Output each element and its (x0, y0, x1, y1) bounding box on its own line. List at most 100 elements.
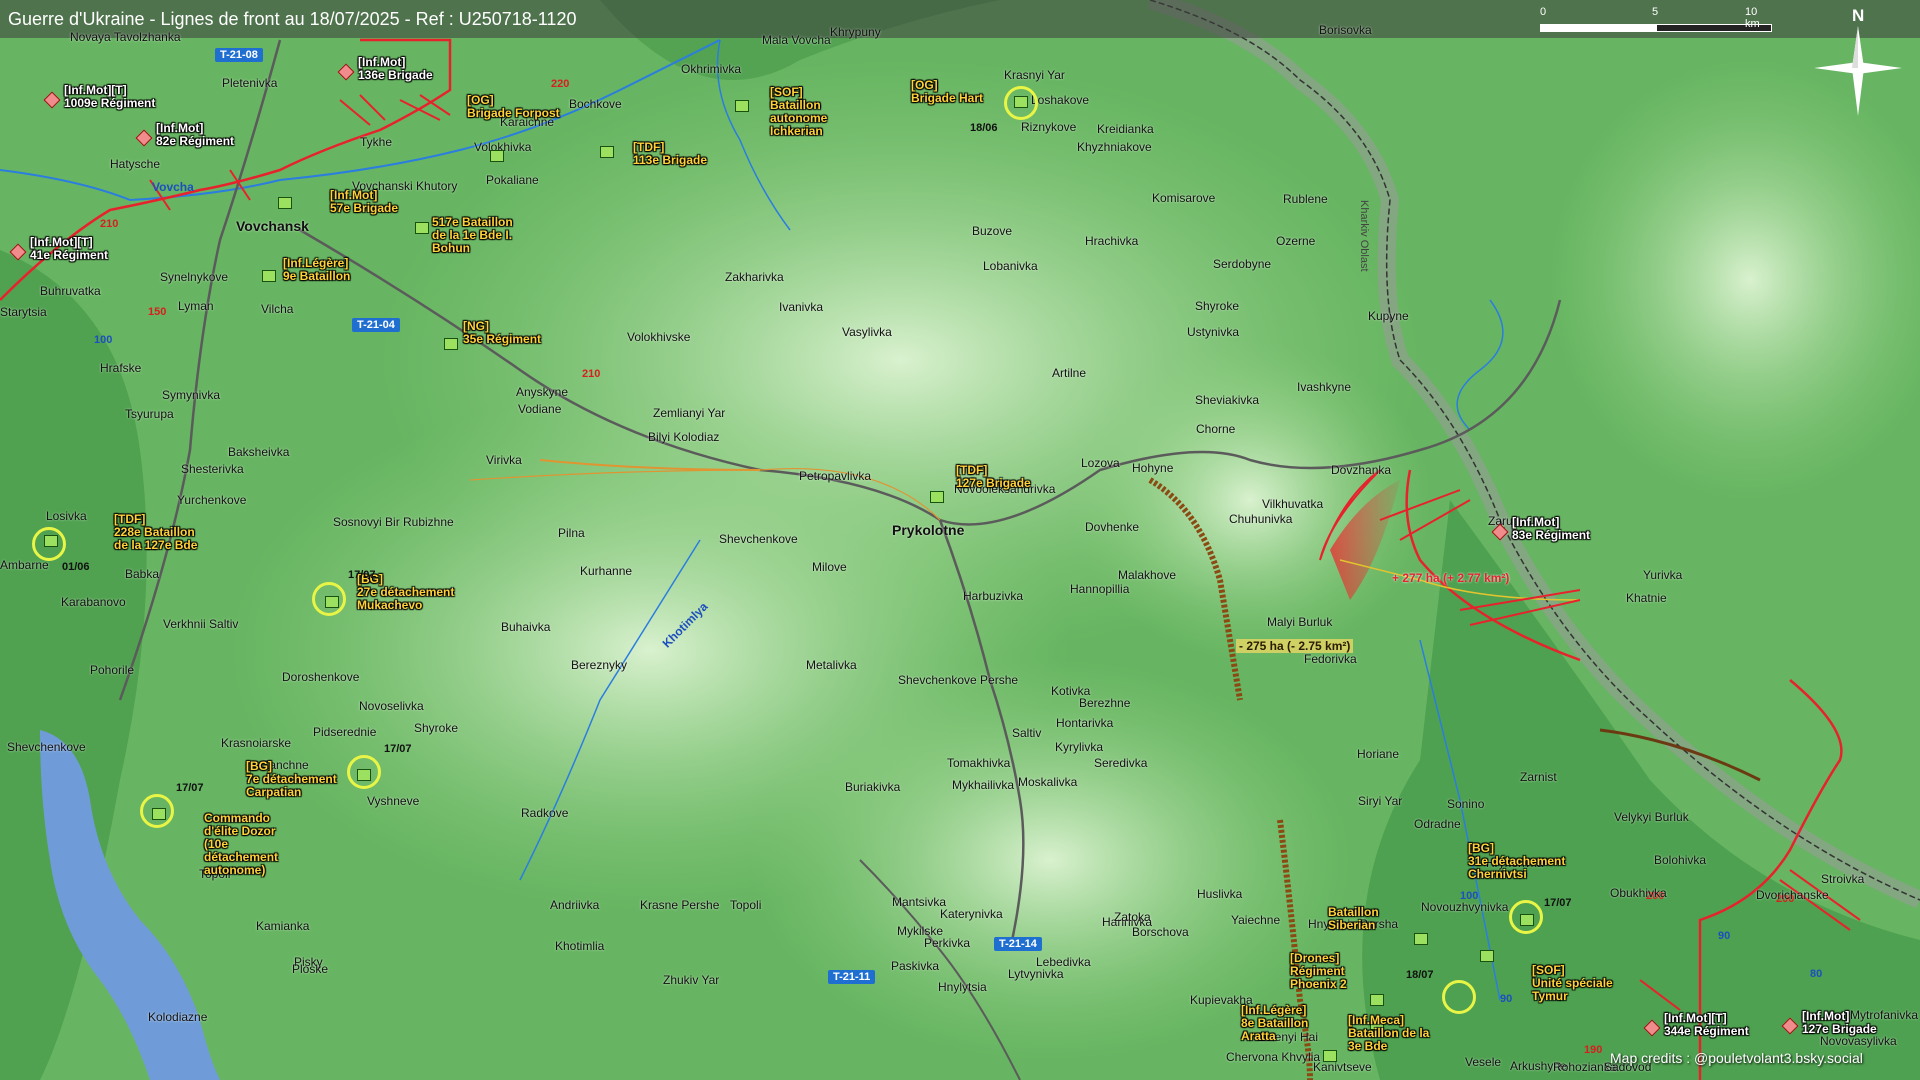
place-label[interactable]: Mantsivka (892, 895, 946, 909)
place-label[interactable]: Chuhunivka (1229, 512, 1292, 526)
place-label[interactable]: Baksheivka (228, 445, 289, 459)
place-label[interactable]: Vilcha (261, 302, 293, 316)
place-label[interactable]: Symynivka (162, 388, 220, 402)
place-label[interactable]: Huslivka (1197, 887, 1242, 901)
place-label[interactable]: Ivashkyne (1297, 380, 1351, 394)
ukrainian-unit-marker[interactable] (1323, 1050, 1337, 1062)
place-label[interactable]: Sosnovyi Bir (333, 515, 400, 529)
place-label[interactable]: Shesterivka (181, 462, 244, 476)
place-label[interactable]: Horiane (1357, 747, 1399, 761)
place-label[interactable]: Losivka (46, 509, 87, 523)
place-label[interactable]: Ozerne (1276, 234, 1315, 248)
place-label[interactable]: Okhrimivka (681, 62, 741, 76)
place-label[interactable]: Zemlianyi Yar (653, 406, 725, 420)
place-label[interactable]: Tykhe (360, 135, 392, 149)
place-label[interactable]: Shevchenkove (7, 740, 86, 754)
place-label[interactable]: Ploske (292, 962, 328, 976)
place-label[interactable]: Kamianka (256, 919, 309, 933)
place-label[interactable]: Topoli (730, 898, 761, 912)
place-label[interactable]: Fedorivka (1304, 652, 1357, 666)
place-label[interactable]: Vesele (1465, 1055, 1501, 1069)
place-label[interactable]: Yurchenkove (177, 493, 246, 507)
place-label[interactable]: Shyroke (1195, 299, 1239, 313)
place-label[interactable]: Yaiechne (1231, 913, 1280, 927)
place-label[interactable]: Khatnie (1626, 591, 1667, 605)
place-label[interactable]: Tsyurupa (125, 407, 174, 421)
place-label[interactable]: Zakharivka (725, 270, 784, 284)
place-label[interactable]: Shevchenkove Pershe (898, 673, 1018, 687)
place-label[interactable]: Shyroke (414, 721, 458, 735)
place-label[interactable]: Lobanivka (983, 259, 1038, 273)
ukrainian-unit-marker[interactable] (600, 146, 614, 158)
place-label[interactable]: Verkhnii Saltiv (163, 617, 238, 631)
place-label[interactable]: Lytvynivka (1008, 967, 1064, 981)
ukrainian-unit-marker[interactable] (278, 197, 292, 209)
place-label[interactable]: Vyshneve (367, 794, 419, 808)
place-label[interactable]: Kreidianka (1097, 122, 1154, 136)
place-label[interactable]: Perkivka (924, 936, 970, 950)
place-label[interactable]: Khrypuny (830, 25, 881, 39)
place-label[interactable]: Mykhailivka (952, 778, 1014, 792)
place-label[interactable]: Hannopillia (1070, 582, 1129, 596)
place-label[interactable]: Loshakove (1031, 93, 1089, 107)
place-label[interactable]: Moskalivka (1018, 775, 1077, 789)
place-label[interactable]: Hnylytsia (938, 980, 987, 994)
place-label[interactable]: Khyzhniakove (1077, 140, 1152, 154)
place-label[interactable]: Kupyne (1368, 309, 1409, 323)
place-label[interactable]: Novovasylivka (1820, 1034, 1897, 1048)
place-label[interactable]: Kanivtseve (1313, 1060, 1372, 1074)
place-label[interactable]: Zhukiv Yar (663, 973, 719, 987)
place-label[interactable]: Bolohivka (1654, 853, 1706, 867)
ukrainian-unit-marker[interactable] (1414, 933, 1428, 945)
place-label[interactable]: Malyi Burluk (1267, 615, 1332, 629)
place-label[interactable]: Kolodiazne (148, 1010, 207, 1024)
ukrainian-unit-marker[interactable] (930, 491, 944, 503)
place-label[interactable]: Siryi Yar (1358, 794, 1402, 808)
place-label[interactable]: Khotimlia (555, 939, 604, 953)
place-label[interactable]: Pidserednie (313, 725, 376, 739)
place-label[interactable]: Dovhenke (1085, 520, 1139, 534)
place-label[interactable]: Pletenivka (222, 76, 277, 90)
place-label[interactable]: Pokaliane (486, 173, 539, 187)
place-label[interactable]: Hatysche (110, 157, 160, 171)
place-label[interactable]: Vasylivka (842, 325, 892, 339)
place-label[interactable]: Novaya Tavolzhanka (70, 30, 181, 44)
place-label[interactable]: Chorne (1196, 422, 1235, 436)
place-label[interactable]: Novoselivka (359, 699, 424, 713)
ukrainian-unit-marker[interactable] (1370, 994, 1384, 1006)
place-label[interactable]: Buhruvatka (40, 284, 101, 298)
place-label[interactable]: Obukhivka (1610, 886, 1667, 900)
ukrainian-unit-marker[interactable] (444, 338, 458, 350)
place-label[interactable]: Zarnist (1520, 770, 1557, 784)
place-label[interactable]: Andriivka (550, 898, 599, 912)
place-label[interactable]: Riznykove (1021, 120, 1076, 134)
place-label[interactable]: Komisarove (1152, 191, 1215, 205)
place-label[interactable]: Sheviakivka (1195, 393, 1259, 407)
place-label[interactable]: Mala Vovcha (762, 33, 831, 47)
place-label[interactable]: Katerynivka (940, 907, 1003, 921)
place-label[interactable]: Yurivka (1643, 568, 1682, 582)
place-label[interactable]: Tomakhivka (947, 756, 1010, 770)
place-label[interactable]: Malakhove (1118, 568, 1176, 582)
place-label[interactable]: Pilna (558, 526, 585, 540)
place-label[interactable]: Shevchenkove (719, 532, 798, 546)
place-label[interactable]: Seredivka (1094, 756, 1147, 770)
place-label[interactable]: Lozova (1081, 456, 1120, 470)
place-label[interactable]: Berezhne (1079, 696, 1130, 710)
place-label[interactable]: Babka (125, 567, 159, 581)
place-label[interactable]: Borschova (1132, 925, 1189, 939)
place-label[interactable]: Vodiane (518, 402, 561, 416)
ukrainian-unit-marker[interactable] (262, 270, 276, 282)
place-label[interactable]: Doroshenkove (282, 670, 359, 684)
place-label[interactable]: Milove (812, 560, 847, 574)
place-label[interactable]: Bereznyky (571, 658, 627, 672)
place-label[interactable]: Odradne (1414, 817, 1461, 831)
place-label[interactable]: Kyrylivka (1055, 740, 1103, 754)
place-label[interactable]: Rublene (1283, 192, 1328, 206)
place-label[interactable]: Hohyne (1132, 461, 1173, 475)
place-label[interactable]: Ambarne (0, 558, 49, 572)
place-label[interactable]: Pohorile (90, 663, 134, 677)
place-label[interactable]: Borisovka (1319, 23, 1372, 37)
place-label[interactable]: Zatoka (1114, 910, 1151, 924)
place-label[interactable]: Karabanovo (61, 595, 126, 609)
